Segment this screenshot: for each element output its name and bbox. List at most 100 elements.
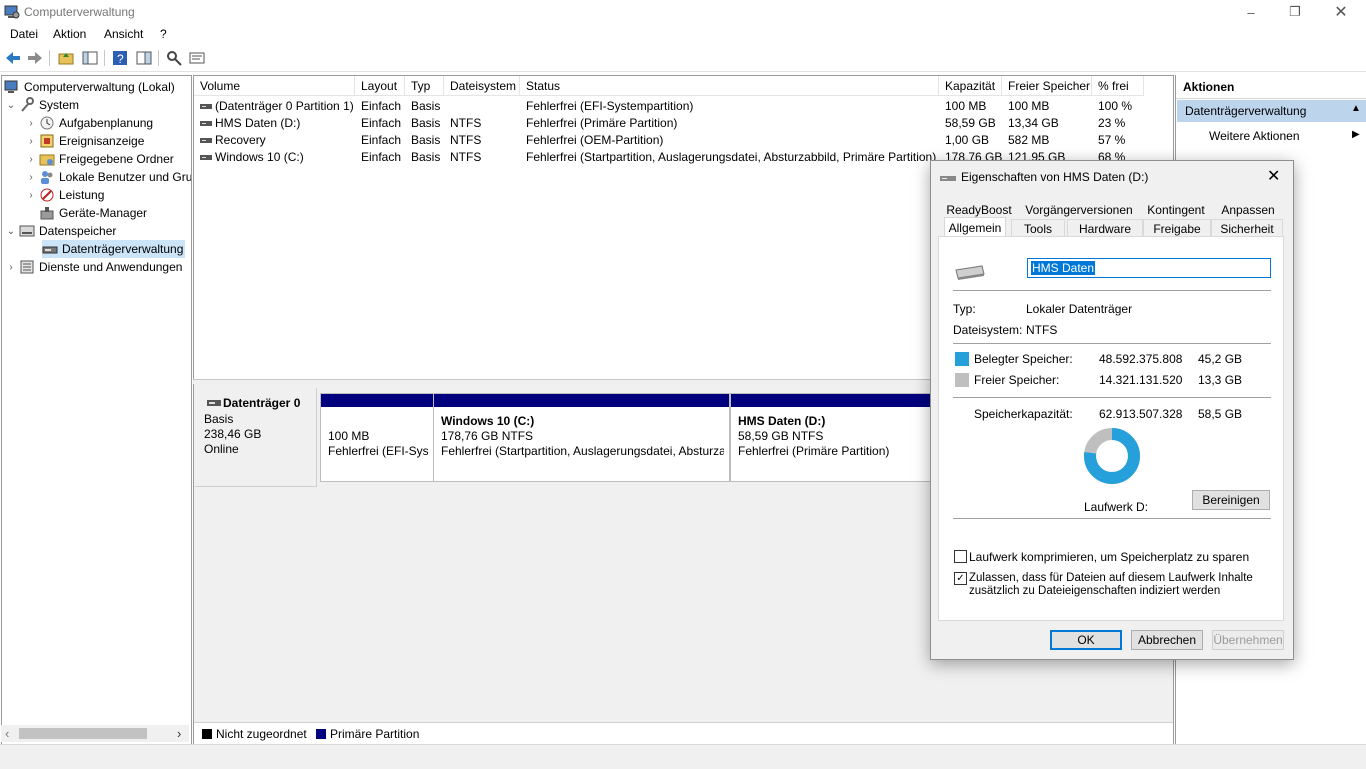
cancel-button[interactable]: Abbrechen (1131, 630, 1203, 650)
action-pane-icon[interactable] (136, 50, 152, 66)
index-label-line1: Zulassen, dass für Dateien auf diesem La… (969, 572, 1253, 584)
chevron-right-icon[interactable]: › (26, 172, 36, 183)
chevron-right-icon[interactable]: › (6, 262, 16, 273)
actions-section-disk-mgmt[interactable]: Datenträgerverwaltung ▲ (1177, 100, 1366, 122)
help-icon[interactable]: ? (112, 50, 128, 66)
forward-arrow-icon[interactable] (27, 50, 43, 66)
chevron-down-icon[interactable]: ⌄ (6, 226, 16, 237)
disk-name: Datenträger 0 (223, 396, 301, 410)
scroll-right-icon[interactable]: › (177, 726, 181, 741)
separator (953, 397, 1271, 398)
partition-hms-daten[interactable]: HMS Daten (D:) 58,59 GB NTFS Fehlerfrei … (730, 393, 932, 482)
collapse-up-icon[interactable]: ▲ (1351, 103, 1361, 114)
tab-anpassen[interactable]: Anpassen (1214, 201, 1282, 219)
scrollbar-thumb[interactable] (19, 728, 147, 739)
console-tree-icon[interactable] (82, 50, 98, 66)
dialog-close-button[interactable]: ✕ (1267, 166, 1280, 186)
actions-section-label: Datenträgerverwaltung (1185, 104, 1307, 118)
tree-dienste[interactable]: › Dienste und Anwendungen (6, 258, 182, 276)
disk-info-box[interactable]: Datenträger 0 Basis 238,46 GB Online (195, 388, 317, 487)
disk-icon (207, 400, 221, 406)
tree-leistung[interactable]: › Leistung (26, 186, 104, 204)
search-disk-icon[interactable] (166, 50, 182, 66)
device-manager-icon (40, 207, 54, 220)
used-gb: 45,2 GB (1198, 352, 1243, 366)
close-button[interactable]: ✕ (1318, 0, 1364, 24)
table-cell: 100 % (1098, 99, 1133, 113)
apply-button[interactable]: Übernehmen (1212, 630, 1284, 650)
separator (953, 343, 1271, 344)
free-swatch (955, 373, 969, 387)
legend: Nicht zugeordnet Primäre Partition (194, 722, 1173, 745)
partition-size: 100 MB (328, 429, 370, 443)
menu-datei[interactable]: Datei (10, 27, 38, 41)
chevron-right-icon[interactable]: › (26, 136, 36, 147)
minimize-button[interactable]: – (1228, 0, 1274, 24)
actions-header: Aktionen (1176, 75, 1366, 99)
tree-lokale-benutzer[interactable]: › Lokale Benutzer und Gruppen (26, 168, 191, 186)
scroll-left-icon[interactable]: ‹ (5, 726, 9, 741)
menu-aktion[interactable]: Aktion (53, 27, 86, 41)
performance-icon (40, 188, 54, 202)
used-swatch (955, 352, 969, 366)
back-arrow-icon[interactable] (5, 50, 21, 66)
restore-button[interactable]: ❐ (1272, 0, 1318, 24)
usage-donut-chart (1084, 428, 1140, 484)
column-header-dateisystem[interactable]: Dateisystem (444, 76, 520, 96)
table-row[interactable]: Recovery Einfach Basis NTFS Fehlerfrei (OEM-… (194, 132, 1144, 149)
tree-root[interactable]: Computerverwaltung (Lokal) (4, 78, 175, 96)
used-bytes: 48.592.375.808 (1099, 352, 1183, 366)
partition-header-bar (434, 394, 729, 407)
tree-aufgabenplanung[interactable]: › Aufgabenplanung (26, 114, 153, 132)
chevron-right-icon[interactable]: › (26, 190, 36, 201)
column-header-kapazitaet[interactable]: Kapazität (939, 76, 1002, 96)
properties-icon[interactable] (189, 50, 205, 66)
column-header-typ[interactable]: Typ (405, 76, 444, 96)
index-checkbox[interactable]: ✓ (954, 572, 967, 585)
tree-datenspeicher[interactable]: ⌄ Datenspeicher (6, 222, 117, 240)
column-header-status[interactable]: Status (520, 76, 939, 96)
table-cell: Recovery (215, 133, 266, 147)
table-row[interactable]: HMS Daten (D:) Einfach Basis NTFS Fehlerfrei… (194, 115, 1144, 132)
column-header-prozent-frei[interactable]: % frei (1092, 76, 1144, 96)
ok-button[interactable]: OK (1050, 630, 1122, 650)
clock-icon (40, 116, 54, 130)
tab-allgemein[interactable]: Allgemein (944, 217, 1006, 238)
tab-vorgaengerversionen[interactable]: Vorgängerversionen (1023, 201, 1135, 219)
chevron-right-icon[interactable]: › (26, 118, 36, 129)
tree-horizontal-scrollbar[interactable]: ‹ › (1, 725, 189, 742)
hard-drive-icon (955, 265, 985, 280)
drive-name-input[interactable]: HMS Daten (1027, 258, 1271, 278)
cleanup-button[interactable]: Bereinigen (1192, 490, 1270, 510)
title-bar: Computerverwaltung – ❐ ✕ (0, 0, 1366, 24)
partition-efi[interactable]: 100 MB Fehlerfrei (EFI-Systempartition) (320, 393, 434, 482)
table-cell: NTFS (450, 150, 482, 164)
free-gb: 13,3 GB (1198, 373, 1243, 387)
table-cell: 58,59 GB (945, 116, 996, 130)
tab-kontingent[interactable]: Kontingent (1141, 201, 1211, 219)
tree-ereignisanzeige[interactable]: › Ereignisanzeige (26, 132, 144, 150)
tree-datentraegerverwaltung[interactable]: Datenträgerverwaltung (42, 240, 186, 258)
menu-help[interactable]: ? (160, 27, 167, 41)
more-actions-link[interactable]: Weitere Aktionen (1209, 129, 1300, 143)
table-row[interactable]: (Datenträger 0 Partition 1) Einfach Basis F… (194, 98, 1144, 115)
chevron-right-icon[interactable]: › (26, 154, 36, 165)
column-header-volume[interactable]: Volume (194, 76, 355, 96)
tree-services-label: Dienste und Anwendungen (39, 260, 183, 274)
tree-geraete-manager[interactable]: Geräte-Manager (36, 204, 147, 222)
free-label: Freier Speicher: (974, 373, 1060, 387)
table-cell: Basis (411, 99, 441, 113)
compress-checkbox[interactable] (954, 550, 967, 563)
tree-system[interactable]: ⌄ System (6, 96, 79, 114)
chevron-down-icon[interactable]: ⌄ (6, 100, 16, 111)
table-cell: 100 MB (1008, 99, 1050, 113)
table-cell: NTFS (450, 116, 482, 130)
up-folder-icon[interactable] (58, 50, 74, 66)
menu-ansicht[interactable]: Ansicht (104, 27, 143, 41)
table-cell: 13,34 GB (1008, 116, 1059, 130)
partition-windows[interactable]: Windows 10 (C:) 178,76 GB NTFS Fehlerfre… (433, 393, 730, 482)
partition-header-bar (321, 394, 433, 407)
column-header-layout[interactable]: Layout (355, 76, 405, 96)
tree-freigegebene-ordner[interactable]: › Freigegebene Ordner (26, 150, 173, 168)
column-header-freier-speicher[interactable]: Freier Speicher (1002, 76, 1092, 96)
